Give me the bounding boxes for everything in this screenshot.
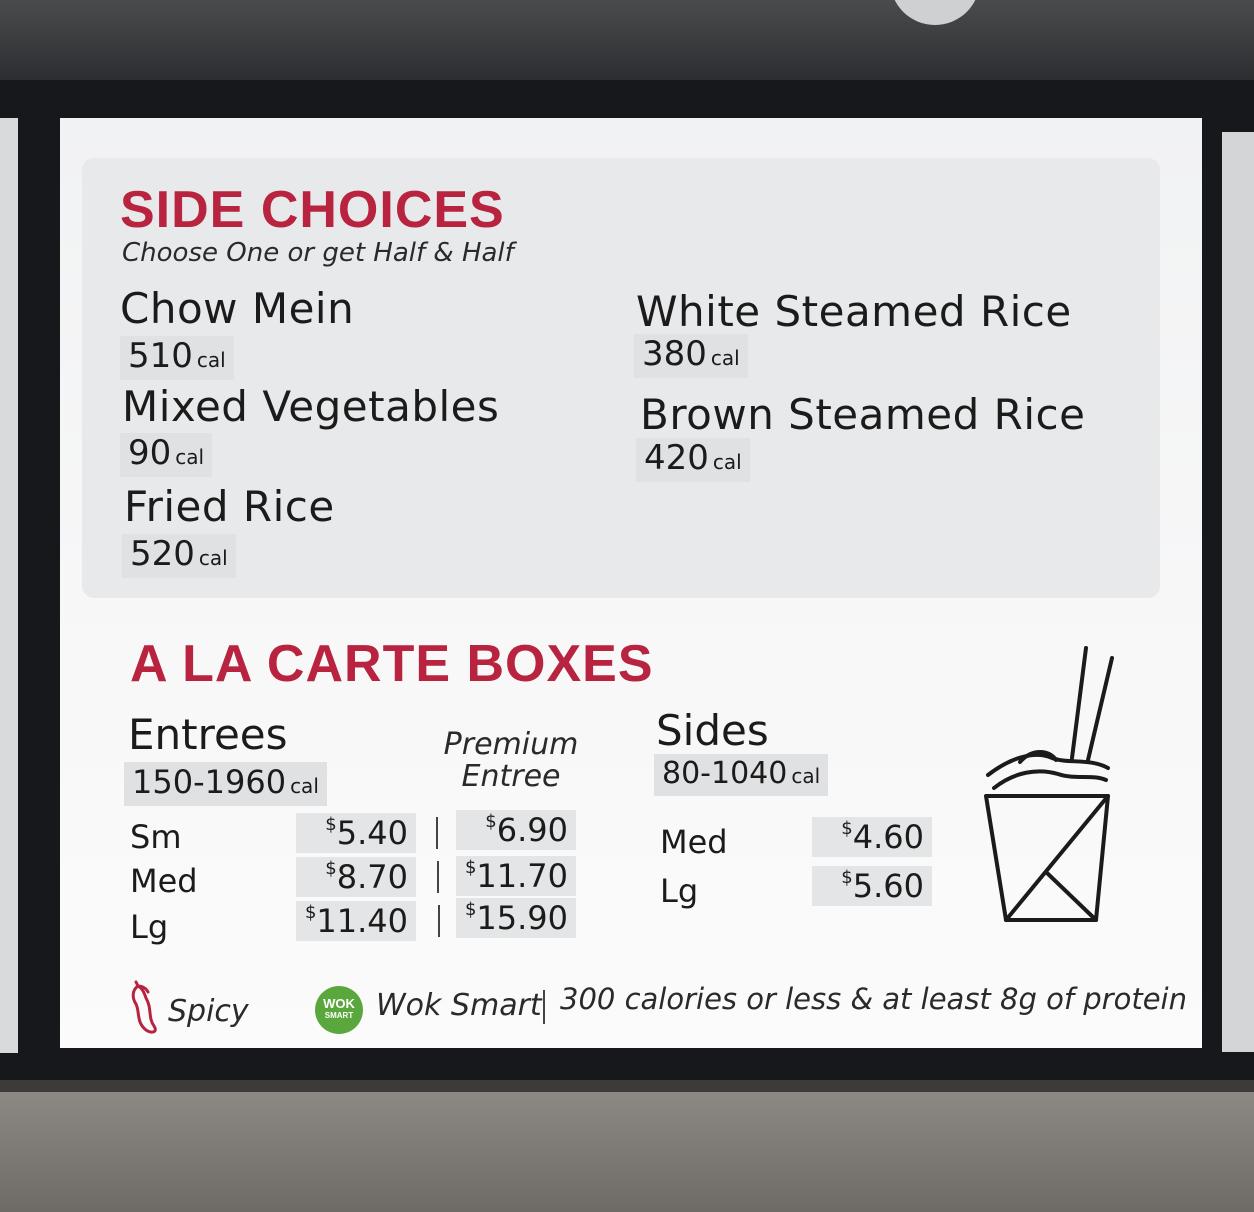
price-divider	[437, 861, 439, 893]
wok-smart-label: Wok Smart	[376, 988, 542, 1023]
side-size-label: Lg	[660, 872, 699, 910]
sides-calories: 80-1040 cal	[654, 754, 829, 796]
side-item-calories: 420 cal	[636, 438, 750, 482]
wok-smart-description: 300 calories or less & at least 8g of pr…	[560, 982, 1187, 1016]
adjacent-menu-panel-left	[0, 118, 18, 1053]
entree-price: $5.40	[296, 813, 416, 853]
legend-divider	[543, 990, 545, 1024]
side-price: $4.60	[812, 817, 932, 857]
entree-price: $11.40	[296, 901, 416, 941]
side-item-name: Mixed Vegetables	[122, 382, 500, 431]
wall-trim	[0, 1080, 1254, 1092]
side-choices-subtitle: Choose One or get Half & Half	[122, 238, 514, 268]
side-choices-title: SIDE CHOICES	[120, 181, 505, 239]
adjacent-menu-panel-right	[1222, 132, 1254, 1052]
premium-entree-label: Premium Entree	[443, 727, 579, 794]
side-item-name: Chow Mein	[120, 284, 355, 333]
entree-size-label: Sm	[130, 818, 182, 856]
chili-pepper-icon	[131, 980, 157, 1034]
side-item-calories: 90 cal	[120, 433, 213, 477]
sides-heading: Sides	[656, 706, 769, 755]
side-size-label: Med	[660, 823, 728, 861]
spicy-label: Spicy	[168, 994, 249, 1029]
side-item-name: Fried Rice	[124, 482, 335, 531]
entree-price: $8.70	[296, 857, 416, 897]
premium-entree-price: $15.90	[456, 898, 576, 938]
entrees-calories: 150-1960 cal	[124, 762, 327, 806]
premium-entree-price: $11.70	[456, 856, 576, 896]
side-item-calories: 380 cal	[634, 334, 748, 378]
wok-smart-badge-icon: WOK SMART	[315, 986, 363, 1034]
entree-size-label: Med	[130, 862, 198, 900]
premium-entree-price: $6.90	[456, 810, 576, 850]
side-price: $5.60	[812, 866, 932, 906]
entree-size-label: Lg	[130, 908, 169, 946]
ceiling	[0, 0, 1254, 80]
price-divider	[436, 817, 438, 849]
entrees-heading: Entrees	[128, 710, 288, 759]
side-item-name: Brown Steamed Rice	[640, 390, 1086, 439]
noodle-box-icon	[984, 646, 1114, 922]
wall	[0, 1080, 1254, 1212]
side-item-calories: 510 cal	[120, 336, 234, 380]
price-divider	[438, 905, 440, 937]
side-item-name: White Steamed Rice	[636, 287, 1072, 336]
side-item-calories: 520 cal	[122, 534, 236, 578]
a-la-carte-title: A LA CARTE BOXES	[130, 635, 654, 693]
